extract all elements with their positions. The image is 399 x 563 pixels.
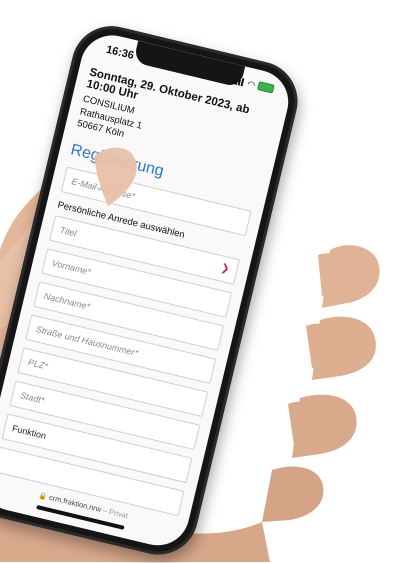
chevron-down-icon[interactable]: ❯ [220, 262, 231, 275]
titel-placeholder: Titel [58, 224, 78, 239]
signal-icon [232, 76, 246, 87]
email-placeholder: E-Mail-Adresse* [70, 175, 137, 201]
nachname-placeholder: Nachname* [43, 290, 92, 312]
stadt-placeholder: Stadt* [19, 389, 46, 406]
status-time: 16:36 [104, 43, 136, 62]
wifi-icon: ◠ [246, 78, 257, 90]
funktion-placeholder: Funktion [11, 422, 48, 441]
lock-icon: 🔒 [37, 492, 48, 501]
plz-placeholder: PLZ* [27, 356, 49, 371]
battery-icon [257, 81, 275, 94]
strasse-placeholder: Straße und Hausnummer* [35, 323, 140, 358]
vorname-placeholder: Vorname* [50, 257, 92, 277]
photo-scene: 16:36 ◠ Sonntag, 29. Oktober 2023, ab 10… [0, 0, 399, 563]
status-icons: ◠ [232, 75, 275, 94]
